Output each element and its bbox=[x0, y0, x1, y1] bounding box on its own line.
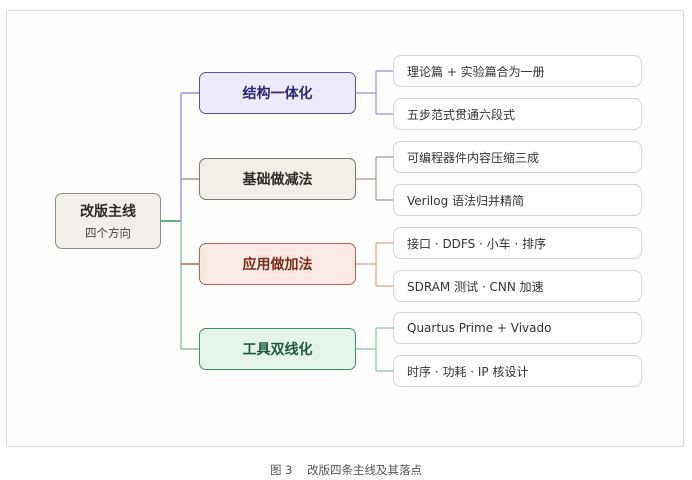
leaf-node: 可编程器件内容压缩三成 bbox=[393, 141, 642, 173]
leaf-link-3-fork bbox=[375, 327, 393, 372]
leaf-node: SDRAM 测试 · CNN 加速 bbox=[393, 270, 642, 302]
leaf-link-2-fork bbox=[375, 242, 393, 287]
leaf-node: 接口 · DDFS · 小车 · 排序 bbox=[393, 227, 642, 259]
leaf-node: 理论篇 + 实验篇合为一册 bbox=[393, 55, 642, 87]
branch-title: 基础做减法 bbox=[242, 172, 313, 188]
leaf-node: 五步范式贯通六段式 bbox=[393, 98, 642, 130]
leaf-link-0-fork bbox=[375, 70, 393, 115]
leaf-node: Verilog 语法归并精简 bbox=[393, 184, 642, 216]
branch-node-structure: 结构一体化 bbox=[199, 72, 356, 114]
root-title: 改版主线 bbox=[80, 204, 136, 220]
branch-title: 应用做加法 bbox=[242, 257, 313, 273]
leaf-node: Quartus Prime + Vivado bbox=[393, 312, 642, 344]
figure-caption: 图 3 改版四条主线及其落点 bbox=[269, 463, 423, 477]
root-subtitle: 四个方向 bbox=[85, 226, 131, 240]
leaf-link-1-fork bbox=[375, 156, 393, 201]
branch-node-tools: 工具双线化 bbox=[199, 328, 356, 370]
branch-node-applications: 应用做加法 bbox=[199, 243, 356, 285]
root-node: 改版主线 四个方向 bbox=[55, 193, 161, 249]
leaf-node: 时序 · 功耗 · IP 核设计 bbox=[393, 355, 642, 387]
branch-title: 结构一体化 bbox=[242, 86, 313, 102]
branch-title: 工具双线化 bbox=[242, 342, 313, 358]
branch-node-basics: 基础做减法 bbox=[199, 158, 356, 200]
